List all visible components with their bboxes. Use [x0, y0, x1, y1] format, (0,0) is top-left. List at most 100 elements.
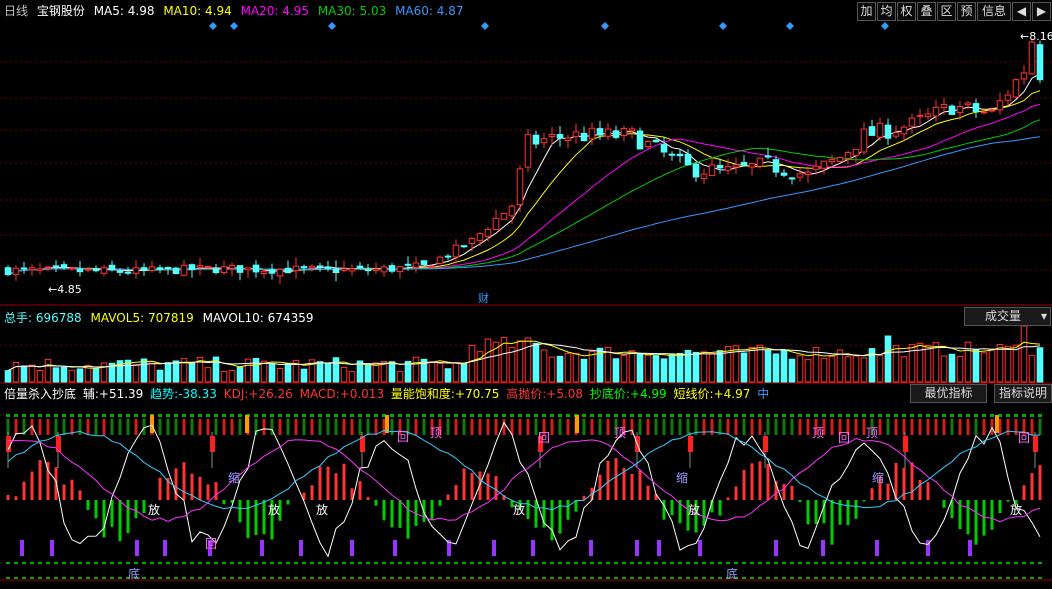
histogram-bar: [998, 500, 1002, 514]
candle-body: [116, 270, 124, 273]
dropdown-icon: ▾: [1040, 309, 1047, 323]
signal-dot: [718, 577, 722, 579]
signal-dot: [1014, 562, 1018, 564]
prev-arrow-icon[interactable]: ◀: [1012, 2, 1031, 21]
histogram-bar: [806, 500, 810, 525]
signal-dot: [702, 577, 706, 579]
toolbar-average-button[interactable]: 均: [877, 2, 896, 21]
signal-dot: [350, 562, 354, 564]
signal-tick: [454, 419, 458, 435]
signal-dot: [14, 414, 18, 417]
signal-dot: [398, 577, 402, 579]
signal-dot: [350, 414, 354, 417]
best-indicator-button[interactable]: 最优指标: [910, 384, 987, 403]
histogram-bar: [726, 497, 730, 500]
indicator-mark: 顶: [812, 426, 824, 440]
ma10-readout: MA10: 4.94: [163, 4, 232, 18]
candle-body: [212, 268, 220, 273]
candle-body: [628, 128, 636, 132]
candle-body: [412, 262, 420, 269]
signal-dot: [318, 414, 322, 417]
indicator-name: 倍量杀入抄底: [4, 387, 77, 401]
toolbar-forecast-button[interactable]: 预: [957, 2, 976, 21]
signal-dot: [182, 414, 186, 417]
signal-dot: [838, 562, 842, 564]
signal-dot: [38, 577, 42, 579]
stock-chart[interactable]: ←8.16←4.85财回顶回顶顶回顶回缩缩缩放放放放放放底 底回: [0, 0, 1052, 589]
signal-dot: [830, 577, 834, 579]
signal-dot: [142, 577, 146, 579]
histogram-bar: [86, 500, 90, 510]
candle-body: [764, 155, 772, 158]
signal-tick: [774, 419, 778, 435]
signal-dot: [854, 562, 858, 564]
signal-dot: [14, 562, 18, 564]
candle-body: [468, 237, 476, 244]
histogram-bar: [206, 484, 210, 500]
signal-dot: [686, 577, 690, 579]
signal-dot: [598, 577, 602, 579]
candle-body: [44, 266, 52, 269]
info-diamond-icon: [601, 22, 609, 30]
candle-body: [236, 265, 244, 273]
volume-selector[interactable]: 成交量 ▾: [964, 307, 1051, 326]
toolbar-range-button[interactable]: 区: [937, 2, 956, 21]
purple-marker: [774, 540, 778, 556]
volume-bar: [92, 368, 100, 383]
candle-body: [852, 148, 860, 156]
candle-body: [348, 268, 356, 272]
volume-bar: [588, 350, 596, 383]
histogram-bar: [382, 500, 386, 521]
volume-bar: [860, 357, 868, 383]
volume-bar: [1004, 345, 1012, 383]
signal-tick: [918, 419, 922, 435]
next-arrow-icon[interactable]: ▶: [1032, 2, 1051, 21]
signal-tick: [598, 419, 602, 435]
purple-marker: [821, 540, 825, 556]
signal-dot: [278, 562, 282, 564]
signal-tick: [502, 419, 506, 435]
signal-tick: [286, 419, 290, 435]
histogram-bar: [566, 500, 570, 520]
signal-dot: [966, 577, 970, 579]
signal-tick: [294, 419, 298, 435]
candle-body: [508, 205, 516, 217]
red-marker: [56, 436, 61, 452]
signal-tick: [638, 419, 642, 435]
toolbar-overlay-button[interactable]: 叠: [917, 2, 936, 21]
candle-body: [364, 269, 372, 272]
histogram-bar: [334, 473, 338, 500]
toolbar-rights-button[interactable]: 权: [897, 2, 916, 21]
signal-dot: [326, 577, 330, 579]
signal-dot: [54, 577, 58, 579]
signal-tick: [750, 419, 754, 435]
signal-dot: [214, 414, 218, 417]
signal-dot: [918, 577, 922, 579]
toolbar-info-button[interactable]: 信息: [977, 2, 1011, 21]
signal-dot: [654, 414, 658, 417]
candle-body: [132, 267, 140, 274]
signal-tick: [462, 419, 466, 435]
signal-dot: [862, 577, 866, 579]
signal-dot: [854, 414, 858, 417]
signal-dot: [694, 562, 698, 564]
histogram-bar: [558, 500, 562, 534]
red-marker: [688, 436, 693, 452]
signal-dot: [118, 562, 122, 564]
orange-signal: [995, 415, 999, 433]
signal-dot: [1014, 414, 1018, 417]
candle-body: [332, 268, 340, 274]
signal-tick: [366, 419, 370, 435]
indicator-help-button[interactable]: 指标说明: [994, 384, 1052, 403]
candle-body: [452, 244, 460, 258]
signal-dot: [238, 562, 242, 564]
signal-dot: [14, 577, 18, 579]
candle-body: [740, 161, 748, 166]
signal-tick: [182, 419, 186, 435]
signal-dot: [798, 562, 802, 564]
toolbar-add-button[interactable]: 加: [857, 2, 876, 21]
signal-dot: [958, 577, 962, 579]
signal-dot: [422, 577, 426, 579]
candle-body: [756, 157, 764, 167]
signal-tick: [38, 419, 42, 435]
